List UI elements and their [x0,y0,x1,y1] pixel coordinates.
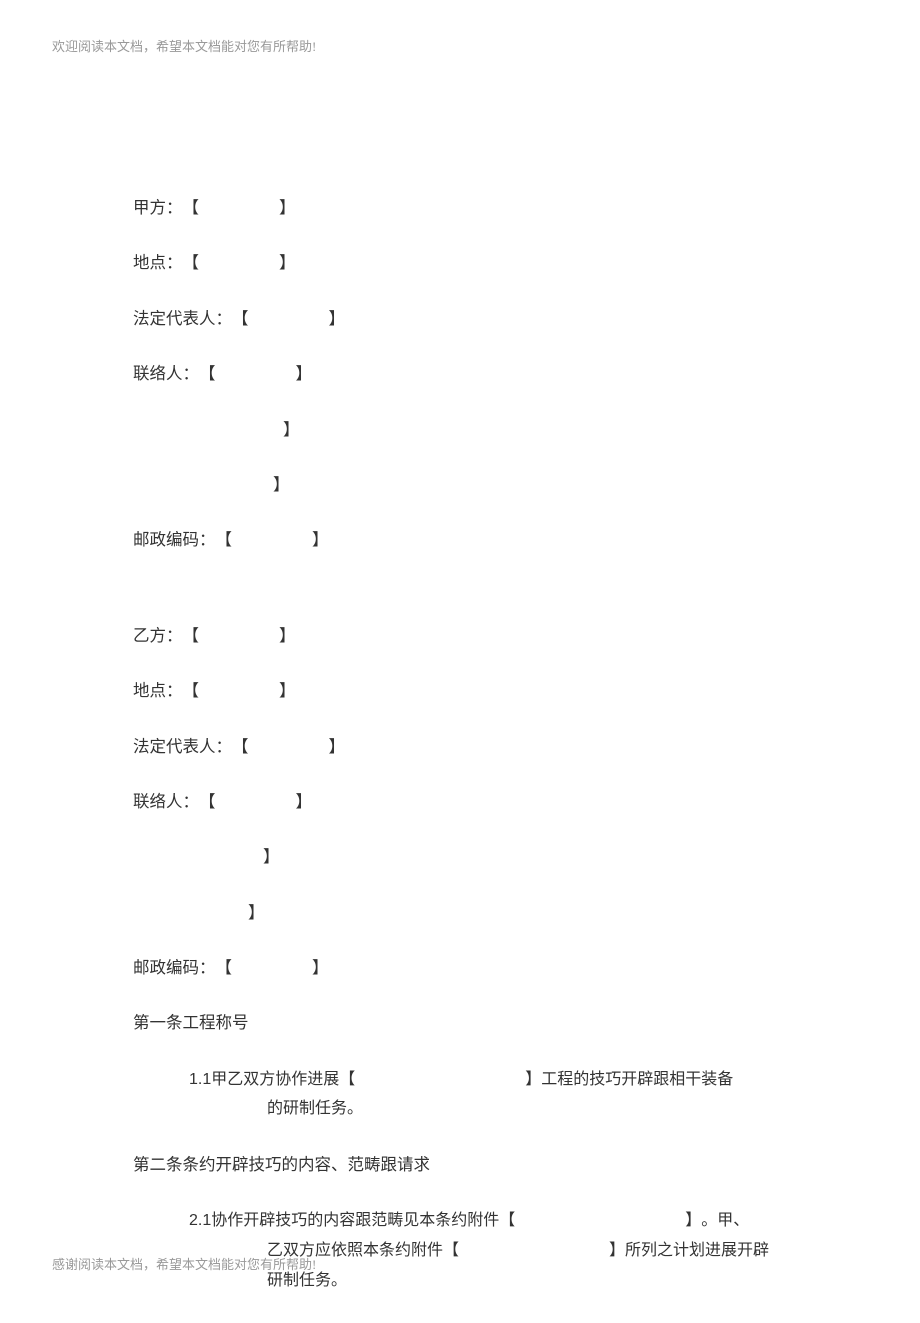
label-address-a: 地点： [133,253,183,272]
clause-text-1: 甲乙双方协作进展 [211,1071,339,1088]
bracket-close-icon: 】 [685,1206,701,1236]
clause-number: 1.1 [189,1071,211,1088]
party-a-legal: 法定代表人：【 】 [133,306,813,332]
party-b-extra-2: 】 [133,900,813,926]
party-b-address: 地点：【 】 [133,678,813,704]
bracket-close-icon: 】 [279,623,296,649]
label-contact-b: 联络人： [133,792,199,811]
bracket-open-icon: 【 [183,623,200,649]
bracket-open-icon: 【 [499,1206,515,1236]
bracket-open-icon: 【 [232,734,249,760]
party-a-name: 甲方：【 】 [133,195,813,221]
bracket-open-icon: 【 [216,955,233,981]
bracket-close-icon: 】 [283,417,300,443]
clause-text-3: 的研制任务。 [189,1094,813,1124]
party-a-extra-1: 】 [133,417,813,443]
bracket-close-icon: 】 [248,900,265,926]
bracket-close-icon: 】 [609,1236,625,1266]
header-note: 欢迎阅读本文档，希望本文档能对您有所帮助! [52,36,316,55]
article-2-title: 第二条条约开辟技巧的内容、范畴跟请求 [133,1152,813,1178]
party-b-name: 乙方：【 】 [133,623,813,649]
party-a-address: 地点：【 】 [133,250,813,276]
party-b-extra-1: 】 [133,844,813,870]
clause-text-4: 所列之计划进展开辟 [625,1242,769,1259]
article-1-title: 第一条工程称号 [133,1010,813,1036]
document-body: 甲方：【】 地点：【】 法定代表人：【】 联络人：【】 】 】 邮政编码：【】 … [133,195,813,1323]
bracket-close-icon: 】 [296,361,313,387]
party-b-contact: 联络人：【 】 [133,789,813,815]
bracket-open-icon: 【 [199,361,216,387]
clause-text-2: 工程的技巧开辟跟相干装备 [541,1071,733,1088]
label-party-a: 甲方： [133,198,183,217]
party-b-legal: 法定代表人：【 】 [133,734,813,760]
clause-2-1: 2.1协作开辟技巧的内容跟范畴见本条约附件【】。甲、 乙双方应依照本条约附件【】… [189,1206,813,1295]
bracket-close-icon: 】 [273,472,290,498]
bracket-close-icon: 】 [312,955,329,981]
label-legal-a: 法定代表人： [133,309,232,328]
bracket-open-icon: 【 [443,1236,459,1266]
clause-1-1: 1.1甲乙双方协作进展【 】工程的技巧开辟跟相干装备 的研制任务。 [189,1065,813,1124]
bracket-close-icon: 】 [279,195,296,221]
party-b-postal: 邮政编码：【 】 [133,955,813,981]
bracket-close-icon: 】 [329,734,346,760]
clause-text-2: 。甲、 [701,1212,749,1229]
bracket-close-icon: 】 [279,678,296,704]
bracket-close-icon: 】 [296,789,313,815]
clause-number: 2.1 [189,1212,211,1229]
label-address-b: 地点： [133,681,183,700]
label-postal-a: 邮政编码： [133,530,216,549]
bracket-open-icon: 【 [199,789,216,815]
clause-text-1: 协作开辟技巧的内容跟范畴见本条约附件 [211,1212,499,1229]
bracket-open-icon: 【 [232,306,249,332]
party-a-contact: 联络人：【 】 [133,361,813,387]
bracket-close-icon: 】 [263,844,280,870]
bracket-open-icon: 【 [339,1065,355,1095]
party-a-postal: 邮政编码：【 】 [133,527,813,553]
bracket-open-icon: 【 [183,250,200,276]
label-postal-b: 邮政编码： [133,958,216,977]
footer-note: 感谢阅读本文档，希望本文档能对您有所帮助! [52,1254,316,1273]
label-party-b: 乙方： [133,626,183,645]
bracket-close-icon: 】 [525,1065,541,1095]
bracket-close-icon: 】 [312,527,329,553]
bracket-open-icon: 【 [216,527,233,553]
bracket-open-icon: 【 [183,678,200,704]
label-contact-a: 联络人： [133,364,199,383]
bracket-close-icon: 】 [329,306,346,332]
party-a-extra-2: 】 [133,472,813,498]
label-legal-b: 法定代表人： [133,737,232,756]
bracket-close-icon: 】 [279,250,296,276]
bracket-open-icon: 【 [183,195,200,221]
